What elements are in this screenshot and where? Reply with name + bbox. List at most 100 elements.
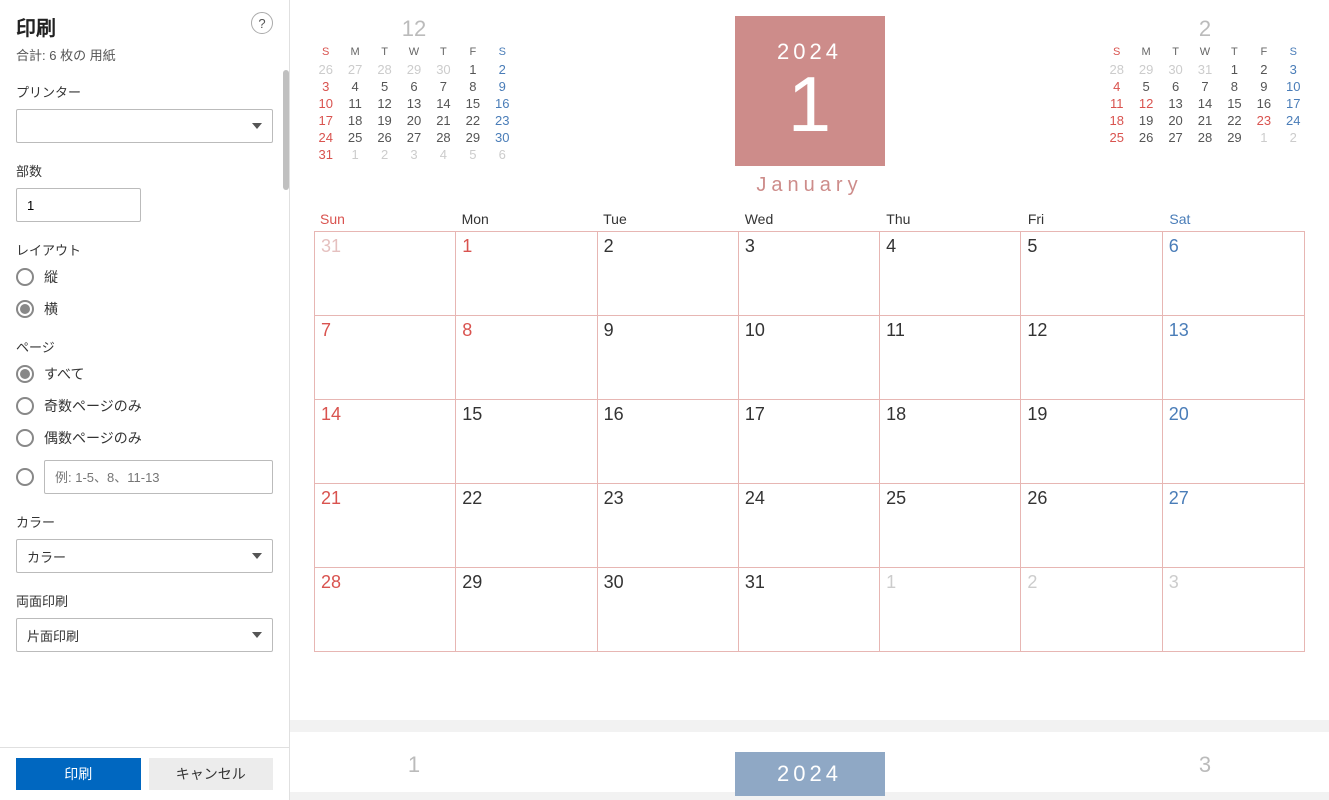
mini-day-cell: 18 bbox=[1105, 113, 1128, 128]
pages-even-radio[interactable]: 偶数ページのみ bbox=[16, 428, 273, 448]
day-headers: SunMonTueWedThuFriSat bbox=[314, 207, 1305, 231]
mini-day-cell: 27 bbox=[402, 130, 425, 145]
chevron-down-icon bbox=[252, 553, 262, 559]
calendar-cell: 23 bbox=[598, 483, 739, 567]
mini-day-header: S bbox=[1105, 46, 1128, 60]
mini-day-cell: 17 bbox=[1282, 96, 1305, 111]
layout-landscape-radio[interactable]: 横 bbox=[16, 299, 273, 319]
mini-day-cell: 8 bbox=[1223, 79, 1246, 94]
pages-custom-radio[interactable] bbox=[16, 460, 273, 494]
mini-prev-title: 12 bbox=[314, 16, 514, 42]
mini-day-cell: 21 bbox=[432, 113, 455, 128]
mini-day-cell: 4 bbox=[432, 147, 455, 162]
page2-prev-title: 1 bbox=[314, 752, 514, 778]
mini-day-cell: 20 bbox=[1164, 113, 1187, 128]
pages-odd-radio[interactable]: 奇数ページのみ bbox=[16, 396, 273, 416]
mini-day-cell: 21 bbox=[1193, 113, 1216, 128]
mini-day-header: S bbox=[491, 46, 514, 60]
mini-day-cell: 24 bbox=[314, 130, 337, 145]
mini-day-cell: 5 bbox=[461, 147, 484, 162]
calendar-cell: 12 bbox=[1021, 315, 1162, 399]
mini-day-cell: 3 bbox=[314, 79, 337, 94]
mini-day-cell: 3 bbox=[1282, 62, 1305, 77]
mini-day-cell: 14 bbox=[1193, 96, 1216, 111]
help-button[interactable]: ? bbox=[251, 12, 273, 34]
calendar-cell: 4 bbox=[880, 231, 1021, 315]
print-preview[interactable]: 12 SMTWTFS262728293012345678910111213141… bbox=[290, 0, 1329, 800]
day-header: Tue bbox=[597, 207, 739, 231]
chevron-down-icon bbox=[252, 123, 262, 129]
mini-day-cell: 28 bbox=[373, 62, 396, 77]
mini-day-cell: 30 bbox=[432, 62, 455, 77]
mini-calendar-prev: 12 SMTWTFS262728293012345678910111213141… bbox=[314, 16, 514, 162]
calendar-cell: 14 bbox=[315, 399, 456, 483]
mini-day-cell: 25 bbox=[343, 130, 366, 145]
cancel-button[interactable]: キャンセル bbox=[149, 758, 274, 790]
mini-day-cell: 13 bbox=[1164, 96, 1187, 111]
layout-portrait-radio[interactable]: 縦 bbox=[16, 267, 273, 287]
duplex-select[interactable]: 片面印刷 bbox=[16, 618, 273, 652]
duplex-label: 両面印刷 bbox=[16, 591, 273, 610]
copies-label: 部数 bbox=[16, 161, 273, 180]
mini-day-cell: 2 bbox=[491, 62, 514, 77]
calendar-cell: 16 bbox=[598, 399, 739, 483]
mini-day-cell: 27 bbox=[1164, 130, 1187, 145]
calendar-grid: 3112345678910111213141516171819202122232… bbox=[315, 231, 1304, 651]
mini-day-header: S bbox=[314, 46, 337, 60]
calendar-cell: 1 bbox=[456, 231, 597, 315]
mini-day-cell: 24 bbox=[1282, 113, 1305, 128]
calendar-cell: 28 bbox=[315, 567, 456, 651]
mini-day-header: M bbox=[343, 46, 366, 60]
mini-day-cell: 1 bbox=[1252, 130, 1275, 145]
day-header: Sat bbox=[1163, 207, 1305, 231]
calendar-cell: 21 bbox=[315, 483, 456, 567]
mini-day-header: T bbox=[1164, 46, 1187, 60]
calendar-cell: 13 bbox=[1163, 315, 1304, 399]
color-select[interactable]: カラー bbox=[16, 539, 273, 573]
mini-next-title: 2 bbox=[1105, 16, 1305, 42]
copies-input[interactable] bbox=[16, 188, 141, 222]
month-header: 2024 1 January bbox=[735, 16, 885, 197]
scrollbar[interactable] bbox=[283, 70, 289, 190]
printer-select[interactable] bbox=[16, 109, 273, 143]
calendar-cell: 2 bbox=[1021, 567, 1162, 651]
mini-day-cell: 7 bbox=[432, 79, 455, 94]
mini-day-cell: 31 bbox=[1193, 62, 1216, 77]
day-header: Sun bbox=[314, 207, 456, 231]
mini-day-cell: 4 bbox=[1105, 79, 1128, 94]
calendar-cell: 27 bbox=[1163, 483, 1304, 567]
pages-all-radio[interactable]: すべて bbox=[16, 364, 273, 384]
mini-day-cell: 13 bbox=[402, 96, 425, 111]
mini-day-cell: 6 bbox=[1164, 79, 1187, 94]
mini-day-cell: 25 bbox=[1105, 130, 1128, 145]
color-value: カラー bbox=[27, 547, 66, 566]
mini-day-cell: 16 bbox=[491, 96, 514, 111]
layout-portrait-label: 縦 bbox=[44, 267, 58, 287]
mini-day-cell: 29 bbox=[1223, 130, 1246, 145]
calendar-cell: 8 bbox=[456, 315, 597, 399]
mini-day-cell: 28 bbox=[1193, 130, 1216, 145]
pages-custom-input[interactable] bbox=[44, 460, 273, 494]
mini-day-cell: 3 bbox=[402, 147, 425, 162]
calendar-cell: 26 bbox=[1021, 483, 1162, 567]
print-button[interactable]: 印刷 bbox=[16, 758, 141, 790]
mini-day-cell: 6 bbox=[402, 79, 425, 94]
mini-day-header: M bbox=[1134, 46, 1157, 60]
page2-month-badge: 2024 bbox=[735, 752, 885, 796]
calendar-cell: 18 bbox=[880, 399, 1021, 483]
mini-day-cell: 15 bbox=[461, 96, 484, 111]
mini-day-cell: 16 bbox=[1252, 96, 1275, 111]
mini-day-cell: 1 bbox=[1223, 62, 1246, 77]
mini-day-header: F bbox=[461, 46, 484, 60]
calendar-cell: 1 bbox=[880, 567, 1021, 651]
calendar-cell: 22 bbox=[456, 483, 597, 567]
mini-day-cell: 5 bbox=[1134, 79, 1157, 94]
chevron-down-icon bbox=[252, 632, 262, 638]
panel-title: 印刷 bbox=[16, 12, 56, 41]
mini-day-cell: 12 bbox=[1134, 96, 1157, 111]
page2-next-title: 3 bbox=[1105, 752, 1305, 778]
mini-day-cell: 17 bbox=[314, 113, 337, 128]
calendar-cell: 15 bbox=[456, 399, 597, 483]
calendar-cell: 17 bbox=[739, 399, 880, 483]
page2-year: 2024 bbox=[777, 761, 842, 787]
